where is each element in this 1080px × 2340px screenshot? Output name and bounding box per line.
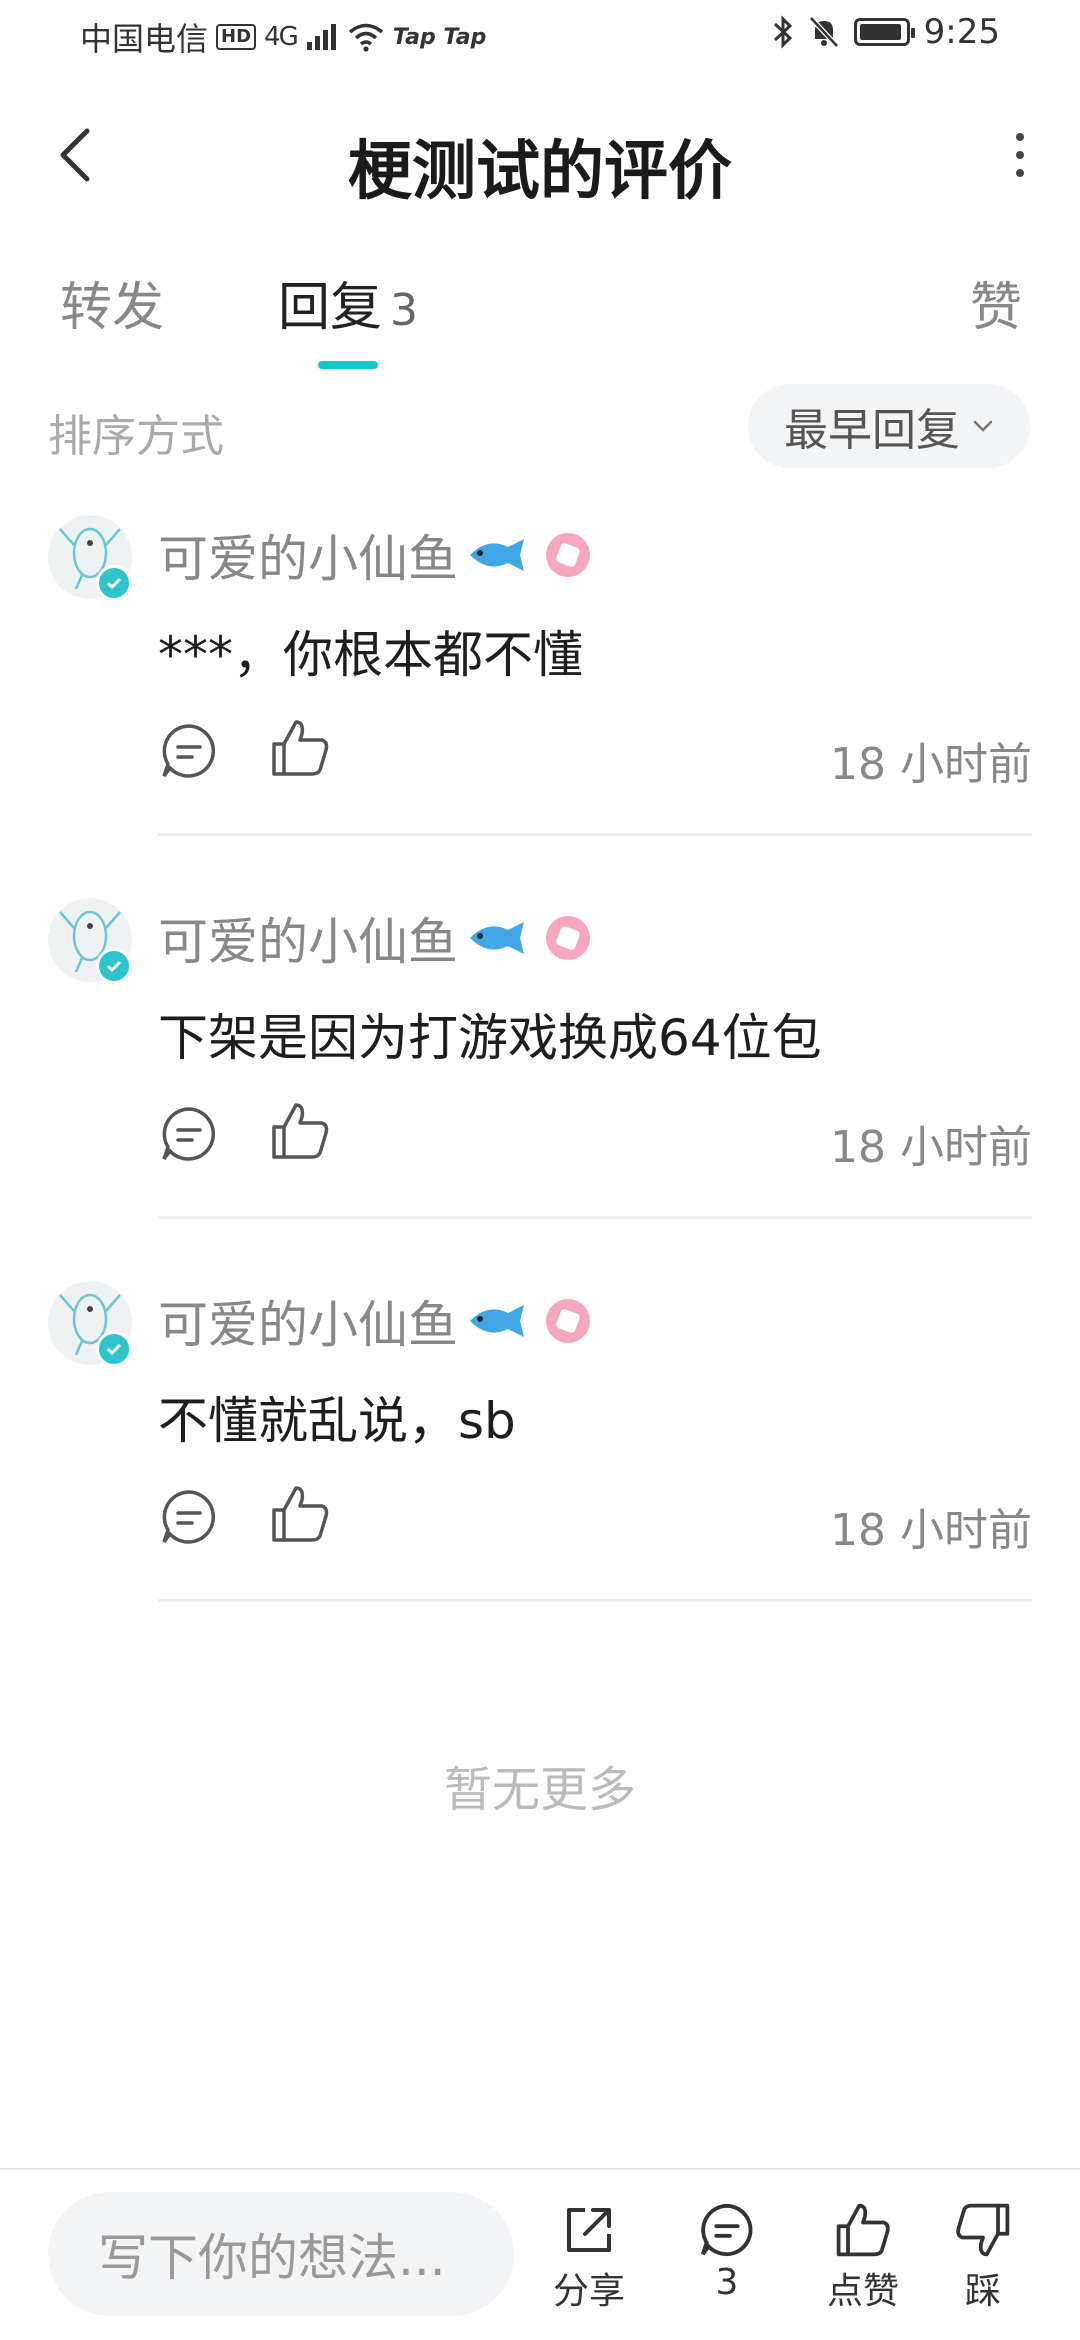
more-options-button[interactable] xyxy=(990,120,1050,190)
level-badge-icon xyxy=(546,533,590,577)
like-post-button[interactable]: 点赞 xyxy=(808,2200,918,2314)
comment-actions: 18 小时前 xyxy=(158,1486,1032,1566)
comment-count: 3 xyxy=(715,2262,739,2303)
active-tab-indicator xyxy=(318,361,378,369)
thumbs-up-icon xyxy=(836,2203,890,2257)
hd-badge: HD xyxy=(216,24,257,50)
reply-input-placeholder: 写下你的想法... xyxy=(98,2229,446,2287)
signal-icon xyxy=(306,24,336,50)
verified-icon xyxy=(96,1331,132,1367)
tab-label: 转发 xyxy=(60,278,165,338)
header: 梗测试的评价 xyxy=(0,100,1080,210)
dislike-label: 踩 xyxy=(964,2271,1001,2312)
thumbs-up-icon xyxy=(272,1486,329,1542)
comment-icon xyxy=(162,1490,216,1544)
bluetooth-icon xyxy=(773,15,792,49)
sort-dropdown[interactable]: 最早回复 xyxy=(748,384,1030,468)
comment-button[interactable]: 3 xyxy=(672,2200,782,2303)
comment-item: 可爱的小仙鱼 不懂就乱说，sb 18 小时前 xyxy=(0,1281,1080,1661)
share-button[interactable]: 分享 xyxy=(534,2200,644,2314)
reply-count: 3 xyxy=(390,285,419,336)
thumbs-down-icon xyxy=(956,2203,1010,2257)
share-label: 分享 xyxy=(552,2271,625,2312)
sort-label: 排序方式 xyxy=(48,411,224,462)
comment-item: 可爱的小仙鱼 下架是因为打游戏换成64位包 18 小时前 xyxy=(0,898,1080,1278)
taptap-indicator: Tap Tap xyxy=(392,24,487,50)
battery-icon xyxy=(853,18,915,46)
like-button[interactable] xyxy=(268,1482,338,1552)
like-button[interactable] xyxy=(268,1099,338,1169)
username[interactable]: 可爱的小仙鱼 xyxy=(158,519,590,591)
reply-input[interactable]: 写下你的想法... xyxy=(48,2192,514,2316)
username[interactable]: 可爱的小仙鱼 xyxy=(158,1285,590,1357)
divider xyxy=(158,1216,1032,1219)
no-more-label: 暂无更多 xyxy=(443,1762,636,1818)
fish-emoji-icon xyxy=(470,1305,524,1337)
fish-emoji-icon xyxy=(470,922,524,954)
like-button[interactable] xyxy=(268,716,338,786)
bottom-action-bar: 写下你的想法... 分享 3 点赞 踩 xyxy=(0,2168,1080,2340)
verified-icon xyxy=(96,948,132,984)
like-label: 点赞 xyxy=(826,2271,899,2312)
tab-bar: 转发 回复 3 赞 xyxy=(0,265,1080,375)
comment-icon xyxy=(162,724,216,778)
share-icon xyxy=(567,2208,611,2252)
tab-label: 回复 xyxy=(278,278,383,338)
divider xyxy=(158,1599,1032,1602)
reply-button[interactable] xyxy=(158,720,228,790)
comment-actions: 18 小时前 xyxy=(158,720,1032,800)
thumbs-up-icon xyxy=(272,720,329,776)
fish-emoji-icon xyxy=(470,539,524,571)
clock: 9:25 xyxy=(923,12,1000,52)
reply-button[interactable] xyxy=(158,1103,228,1173)
page-title: 梗测试的评价 xyxy=(348,135,732,209)
comment-item: 可爱的小仙鱼 ***，你根本都不懂 18 小时前 xyxy=(0,515,1080,895)
more-dot-icon xyxy=(1016,133,1024,141)
tab-replies[interactable]: 回复 3 xyxy=(278,265,418,340)
username-text: 可爱的小仙鱼 xyxy=(158,1296,458,1354)
comment-text: 不懂就乱说，sb xyxy=(158,1392,516,1450)
comment-text: 下架是因为打游戏换成64位包 xyxy=(158,1009,822,1067)
level-badge-icon xyxy=(546,916,590,960)
username-text: 可爱的小仙鱼 xyxy=(158,530,458,588)
wifi-icon xyxy=(348,23,383,52)
verified-icon xyxy=(96,565,132,601)
comment-actions: 18 小时前 xyxy=(158,1103,1032,1183)
username[interactable]: 可爱的小仙鱼 xyxy=(158,902,590,974)
carrier-label: 中国电信 xyxy=(80,20,209,58)
chevron-down-icon xyxy=(973,420,993,432)
mute-icon xyxy=(808,16,839,48)
more-dot-icon xyxy=(1016,169,1024,177)
sort-selected: 最早回复 xyxy=(784,405,960,456)
network-label: 4G xyxy=(264,22,299,52)
tab-label: 赞 xyxy=(969,278,1022,338)
timestamp: 18 小时前 xyxy=(830,1505,1032,1556)
tab-forward[interactable]: 转发 xyxy=(60,265,164,340)
tab-likes[interactable]: 赞 xyxy=(970,265,1022,340)
reply-button[interactable] xyxy=(158,1486,228,1556)
username-text: 可爱的小仙鱼 xyxy=(158,913,458,971)
comment-text: ***，你根本都不懂 xyxy=(158,626,583,684)
more-dot-icon xyxy=(1016,151,1024,159)
thumbs-up-icon xyxy=(272,1103,329,1159)
comment-icon xyxy=(162,1107,216,1161)
status-bar: 中国电信 HD 4G Tap Tap 9:25 xyxy=(0,0,1080,72)
dislike-button[interactable]: 踩 xyxy=(928,2200,1038,2314)
timestamp: 18 小时前 xyxy=(830,1122,1032,1173)
level-badge-icon xyxy=(546,1299,590,1343)
timestamp: 18 小时前 xyxy=(830,739,1032,790)
divider xyxy=(158,833,1032,836)
comment-icon xyxy=(700,2203,753,2257)
